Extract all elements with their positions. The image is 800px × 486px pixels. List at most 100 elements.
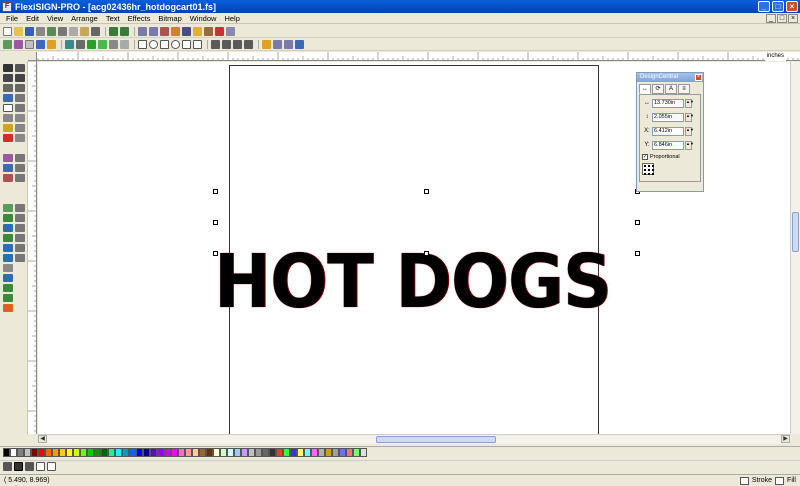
cut-plot-icon[interactable] xyxy=(47,26,56,36)
close-button[interactable]: × xyxy=(786,1,798,12)
menu-file[interactable]: File xyxy=(2,14,22,23)
fill-color-swatch[interactable] xyxy=(775,476,785,485)
palette-swatch[interactable] xyxy=(3,448,10,457)
palette-swatch[interactable] xyxy=(31,448,38,457)
select-tool-icon[interactable] xyxy=(3,64,13,72)
menu-arrange[interactable]: Arrange xyxy=(67,14,102,23)
bitmap-tool-icon[interactable] xyxy=(3,204,13,212)
selection-handle-bottom-right[interactable] xyxy=(635,251,640,256)
magnify-tool-icon[interactable] xyxy=(3,244,13,252)
design-central-close-button[interactable]: × xyxy=(695,74,702,81)
palette-swatch[interactable] xyxy=(276,448,283,457)
menu-effects[interactable]: Effects xyxy=(124,14,155,23)
hand-tool-icon[interactable] xyxy=(3,264,13,272)
color-icon[interactable] xyxy=(160,26,169,36)
warp-tool-icon[interactable] xyxy=(15,104,25,112)
palette-swatch[interactable] xyxy=(227,448,234,457)
stroke-color-swatch[interactable] xyxy=(739,476,749,485)
paste-icon[interactable] xyxy=(80,26,89,36)
text-align-center-icon[interactable] xyxy=(233,39,242,49)
y-spinner[interactable]: ▲▼ xyxy=(685,140,694,150)
curve-tool-icon[interactable] xyxy=(15,74,25,82)
palette-swatch[interactable] xyxy=(24,448,31,457)
layer-prev-icon[interactable] xyxy=(3,462,12,471)
palette-swatch[interactable] xyxy=(346,448,353,457)
weed-tool-icon[interactable] xyxy=(3,214,13,222)
ellipse-icon[interactable] xyxy=(149,39,158,49)
shadow-tool-icon[interactable] xyxy=(15,164,25,172)
palette-swatch[interactable] xyxy=(143,448,150,457)
proportional-checkbox[interactable]: ✓ xyxy=(642,154,648,160)
palette-swatch[interactable] xyxy=(59,448,66,457)
palette-swatch[interactable] xyxy=(87,448,94,457)
fill-tool-icon[interactable] xyxy=(3,294,13,302)
palette-swatch[interactable] xyxy=(10,448,17,457)
palette-swatch[interactable] xyxy=(220,448,227,457)
horizontal-scroll-thumb[interactable] xyxy=(376,436,496,443)
rectangle-icon[interactable] xyxy=(138,39,147,49)
palette-swatch[interactable] xyxy=(332,448,339,457)
selection-handle-bottom-center[interactable] xyxy=(424,251,429,256)
palette-swatch[interactable] xyxy=(150,448,157,457)
palette-swatch[interactable] xyxy=(171,448,178,457)
layer-current-icon[interactable] xyxy=(14,462,23,471)
crop-tool-icon[interactable] xyxy=(15,204,25,212)
polygon-icon[interactable] xyxy=(160,39,169,49)
palette-swatch[interactable] xyxy=(241,448,248,457)
selection-handle-middle-right[interactable] xyxy=(635,220,640,225)
palette-swatch[interactable] xyxy=(80,448,87,457)
palette-swatch[interactable] xyxy=(17,448,24,457)
palette-swatch[interactable] xyxy=(38,448,45,457)
selection-handle-middle-left[interactable] xyxy=(213,220,218,225)
horizontal-scrollbar[interactable]: ◀ ▶ xyxy=(38,434,790,444)
pan-tool-icon[interactable] xyxy=(15,244,25,252)
palette-swatch[interactable] xyxy=(325,448,332,457)
zoom-in-tool-icon[interactable] xyxy=(3,254,13,262)
color-tool-icon[interactable] xyxy=(3,124,13,132)
stop-icon[interactable] xyxy=(215,26,224,36)
x-position-field[interactable]: 6.412in xyxy=(652,126,684,136)
scroll-right-arrow-icon[interactable]: ▶ xyxy=(781,435,790,443)
palette-swatch[interactable] xyxy=(164,448,171,457)
palette-swatch[interactable] xyxy=(234,448,241,457)
palette-swatch[interactable] xyxy=(283,448,290,457)
layer-swatch-2[interactable] xyxy=(47,462,56,471)
palette-swatch[interactable] xyxy=(318,448,325,457)
palette-swatch[interactable] xyxy=(297,448,304,457)
palette-swatch[interactable] xyxy=(129,448,136,457)
spacing-icon[interactable] xyxy=(273,39,282,49)
print-icon[interactable] xyxy=(36,26,45,36)
doc-minimize-button[interactable]: _ xyxy=(766,14,776,23)
menu-text[interactable]: Text xyxy=(102,14,124,23)
preview-tool-icon[interactable] xyxy=(3,274,13,282)
trace-tool-icon[interactable] xyxy=(15,114,25,122)
spot-color-tool-icon[interactable] xyxy=(3,284,13,292)
tab-paragraph[interactable]: ≡ xyxy=(678,84,690,94)
rectangle-tool-icon[interactable] xyxy=(3,104,13,112)
distort-tool-icon[interactable] xyxy=(3,174,13,182)
design-central-title-bar[interactable]: DesignCentral × xyxy=(637,73,703,82)
menu-help[interactable]: Help xyxy=(220,14,243,23)
palette-swatch[interactable] xyxy=(199,448,206,457)
grid-tool-icon[interactable] xyxy=(15,234,25,242)
path-tool-icon[interactable] xyxy=(3,84,13,92)
palette-swatch[interactable] xyxy=(101,448,108,457)
pen-tool-icon[interactable] xyxy=(3,134,13,142)
height-spinner[interactable]: ▲▼ xyxy=(685,112,694,122)
palette-swatch[interactable] xyxy=(94,448,101,457)
zoom-icon[interactable] xyxy=(193,26,202,36)
scroll-left-arrow-icon[interactable]: ◀ xyxy=(38,435,47,443)
menu-edit[interactable]: Edit xyxy=(22,14,43,23)
fill-icon[interactable] xyxy=(171,26,180,36)
selection-handle-top-left[interactable] xyxy=(213,189,218,194)
palette-swatch[interactable] xyxy=(192,448,199,457)
vertical-scrollbar[interactable] xyxy=(790,62,800,434)
distribute-icon[interactable] xyxy=(120,39,129,49)
export-icon[interactable] xyxy=(149,26,158,36)
effect-tool-icon[interactable] xyxy=(3,154,13,162)
weld-icon[interactable] xyxy=(65,39,74,49)
tab-position-size[interactable]: ↔ xyxy=(639,84,651,94)
panel-tool-icon[interactable] xyxy=(3,224,13,232)
hot-dogs-text-object[interactable]: HOT DOGS xyxy=(214,242,612,322)
preview-icon[interactable] xyxy=(226,26,235,36)
